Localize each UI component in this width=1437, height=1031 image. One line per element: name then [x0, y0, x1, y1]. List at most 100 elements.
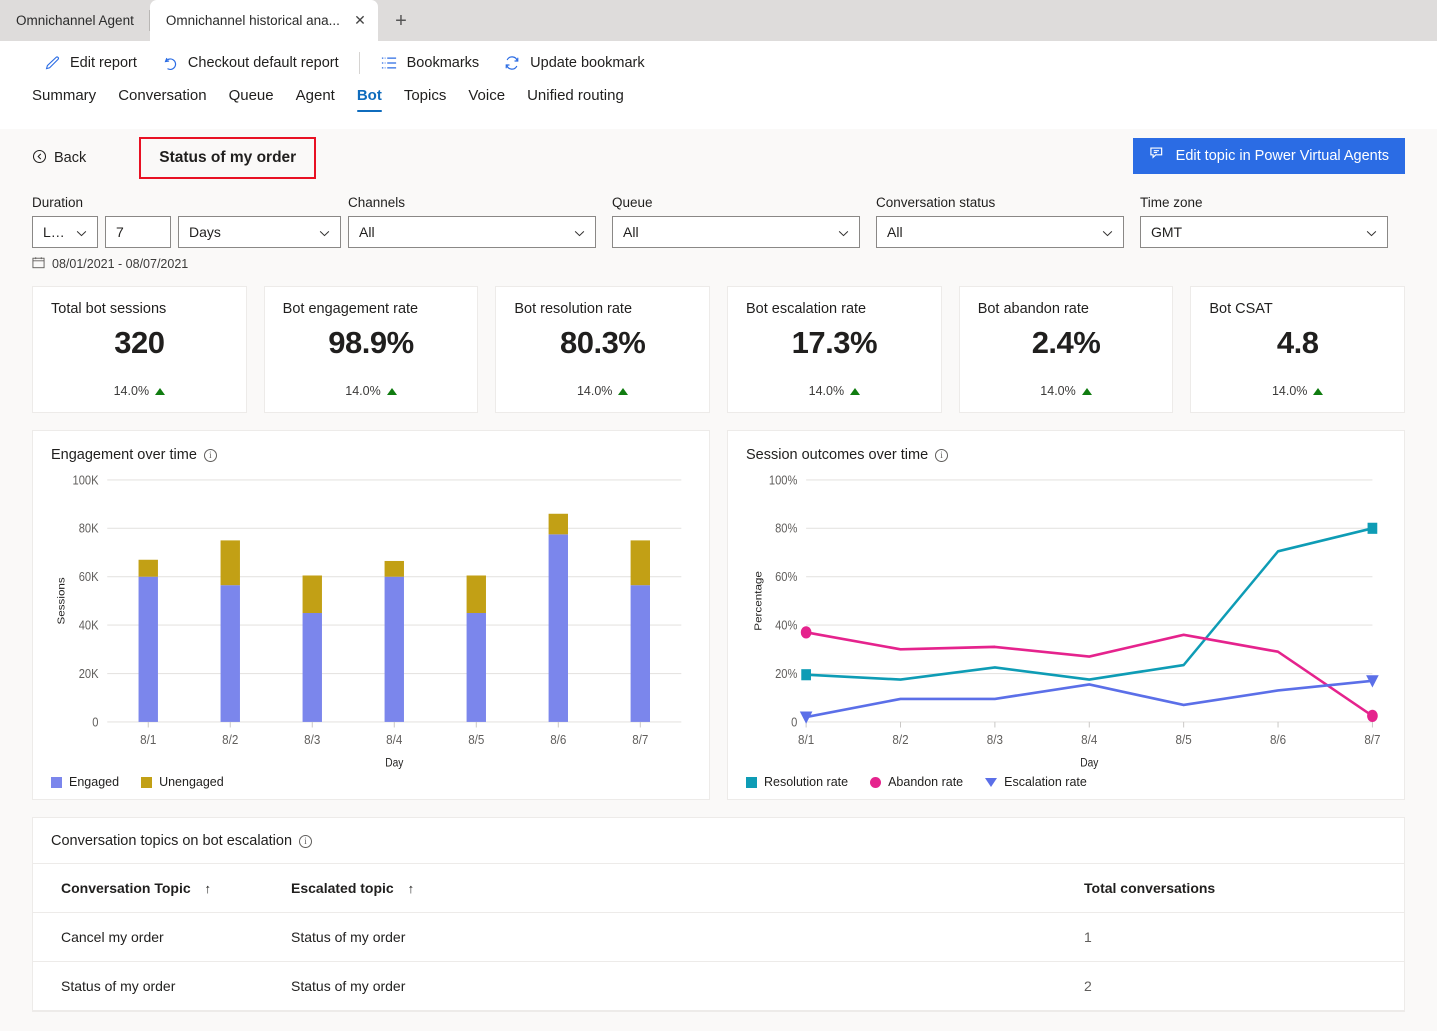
trend-up-icon	[1313, 387, 1324, 395]
svg-text:Day: Day	[385, 757, 404, 770]
sort-ascending-icon: ↑	[407, 881, 415, 896]
info-icon[interactable]: i	[203, 448, 217, 462]
kpi-bot-csat[interactable]: Bot CSAT 4.8 14.0%	[1190, 286, 1406, 413]
column-header-escalated-topic[interactable]: Escalated topic ↑	[263, 864, 1084, 913]
tab-voice[interactable]: Voice	[457, 85, 516, 114]
svg-text:0: 0	[92, 715, 99, 730]
new-tab-icon[interactable]: +	[384, 4, 418, 38]
column-header-total-conversations[interactable]: Total conversations	[1084, 864, 1404, 913]
legend-label-abandon-rate: Abandon rate	[888, 775, 964, 789]
kpi-delta-label: 14.0%	[1271, 384, 1308, 398]
tab-topics[interactable]: Topics	[393, 85, 458, 114]
kpi-bot-escalation-rate[interactable]: Bot escalation rate 17.3% 14.0%	[727, 286, 942, 413]
session-outcomes-chart-title: Session outcomes over time	[746, 447, 929, 463]
pencil-icon	[44, 55, 61, 72]
bookmarks-label: Bookmarks	[406, 55, 480, 71]
svg-text:8/7: 8/7	[632, 732, 648, 747]
browser-tab-1[interactable]: Omnichannel historical ana... ✕	[149, 0, 378, 41]
chevron-down-icon	[838, 224, 849, 240]
duration-unit-select[interactable]: Days	[178, 216, 341, 248]
back-button[interactable]: Back	[32, 149, 86, 168]
svg-text:8/6: 8/6	[550, 732, 566, 747]
chart-title-bar: Session outcomes over time i	[746, 447, 1386, 463]
legend-item-abandon-rate[interactable]: Abandon rate	[870, 775, 963, 789]
charts-row: Engagement over time i 0 20K 40K 60K 80K 100K…	[32, 430, 1405, 800]
svg-text:8/2: 8/2	[222, 732, 238, 747]
time-zone-select[interactable]: GMT	[1140, 216, 1388, 248]
kpi-bot-resolution-rate[interactable]: Bot resolution rate 80.3% 14.0%	[495, 286, 711, 413]
edit-topic-in-power-virtual-agents-button[interactable]: Edit topic in Power Virtual Agents	[1132, 138, 1405, 174]
bookmarks-button[interactable]: Bookmarks	[368, 49, 492, 77]
back-arrow-icon	[32, 149, 47, 168]
svg-text:Sessions: Sessions	[56, 577, 67, 625]
kpi-value: 98.9%	[328, 325, 414, 360]
cell-escalated-topic: Status of my order	[263, 912, 1084, 962]
kpi-delta: 14.0%	[51, 384, 228, 398]
session-outcomes-chart-plot: 0 20% 40% 60% 80% 100% 8/1 8/2 8/3 8/4 8/5 8/6 8/7 Da…	[746, 471, 1386, 773]
svg-text:100%: 100%	[769, 473, 798, 488]
duration-relation-select[interactable]: Last	[32, 216, 98, 248]
session-outcomes-chart-legend: Resolution rate Abandon rate Escalation …	[746, 773, 1386, 789]
svg-text:Day: Day	[1080, 757, 1099, 770]
queue-value: All	[623, 224, 639, 240]
column-header-conversation-topic[interactable]: Conversation Topic ↑	[33, 864, 263, 913]
legend-item-escalation-rate[interactable]: Escalation rate	[985, 775, 1087, 789]
conversation-status-filter-group: Conversation status All	[876, 195, 1140, 248]
kpi-bot-abandon-rate[interactable]: Bot abandon rate 2.4% 14.0%	[958, 286, 1174, 413]
chevron-down-icon	[1102, 224, 1113, 240]
browser-tab-0[interactable]: Omnichannel Agent	[0, 0, 150, 41]
tab-unified-routing[interactable]: Unified routing	[516, 85, 635, 114]
tab-conversation[interactable]: Conversation	[107, 85, 217, 114]
tab-queue[interactable]: Queue	[218, 85, 285, 114]
kpi-total-bot-sessions[interactable]: Total bot sessions 320 14.0%	[32, 286, 247, 413]
legend-swatch-unengaged	[141, 776, 153, 788]
channels-label: Channels	[348, 195, 406, 210]
chevron-down-icon	[76, 224, 87, 240]
svg-text:8/3: 8/3	[987, 732, 1003, 747]
duration-filter-group: Duration Last 7 Days	[32, 195, 348, 248]
report-page: Back Status of my order Edit topic in Po…	[0, 129, 1437, 1031]
kpi-bot-engagement-rate[interactable]: Bot engagement rate 98.9% 14.0%	[263, 286, 479, 413]
page-header: Back Status of my order Edit topic in Po…	[32, 129, 1405, 187]
conversation-topics-table-card: Conversation topics on bot escalation i …	[32, 817, 1405, 1012]
svg-text:Percentage: Percentage	[753, 571, 764, 631]
svg-text:40%: 40%	[775, 618, 798, 633]
queue-select[interactable]: All	[612, 216, 860, 248]
channels-select[interactable]: All	[348, 216, 596, 248]
table-row[interactable]: Cancel my order Status of my order 1	[33, 912, 1404, 962]
conversation-status-select[interactable]: All	[876, 216, 1124, 248]
engagement-chart-legend: Engaged Unengaged	[51, 773, 691, 789]
sort-ascending-icon: ↑	[204, 881, 212, 896]
info-icon[interactable]: i	[935, 448, 949, 462]
info-icon[interactable]: i	[299, 834, 313, 848]
tab-agent[interactable]: Agent	[285, 85, 346, 114]
duration-relation-value: Last	[43, 224, 68, 240]
column-label: Escalated topic	[291, 880, 394, 896]
svg-text:8/5: 8/5	[468, 732, 484, 747]
kpi-delta: 14.0%	[514, 384, 691, 398]
engagement-over-time-card: Engagement over time i 0 20K 40K 60K 80K 100K…	[32, 430, 710, 800]
conversation-status-value: All	[887, 224, 903, 240]
duration-amount-input[interactable]: 7	[105, 216, 171, 248]
kpi-delta: 14.0%	[1209, 384, 1386, 398]
legend-item-resolution-rate[interactable]: Resolution rate	[746, 775, 848, 789]
trend-up-icon	[386, 387, 397, 395]
tab-summary[interactable]: Summary	[32, 85, 107, 114]
legend-item-engaged[interactable]: Engaged	[51, 775, 119, 789]
svg-text:40K: 40K	[79, 618, 99, 633]
kpi-value: 17.3%	[791, 325, 878, 360]
kpi-delta-label: 14.0%	[113, 384, 150, 398]
legend-item-unengaged[interactable]: Unengaged	[141, 775, 224, 789]
checkout-default-report-button[interactable]: Checkout default report	[149, 48, 351, 78]
tab-bot[interactable]: Bot	[346, 85, 393, 114]
update-bookmark-label: Update bookmark	[530, 55, 645, 71]
close-icon[interactable]: ✕	[350, 11, 370, 31]
column-label: Conversation Topic	[61, 880, 191, 896]
kpi-title: Bot escalation rate	[746, 301, 867, 317]
update-bookmark-button[interactable]: Update bookmark	[491, 48, 656, 78]
table-row[interactable]: Status of my order Status of my order 2	[33, 961, 1404, 1011]
kpi-delta-label: 14.0%	[345, 384, 381, 398]
svg-text:60K: 60K	[79, 569, 99, 584]
calendar-icon	[32, 256, 45, 272]
edit-report-button[interactable]: Edit report	[32, 49, 149, 78]
